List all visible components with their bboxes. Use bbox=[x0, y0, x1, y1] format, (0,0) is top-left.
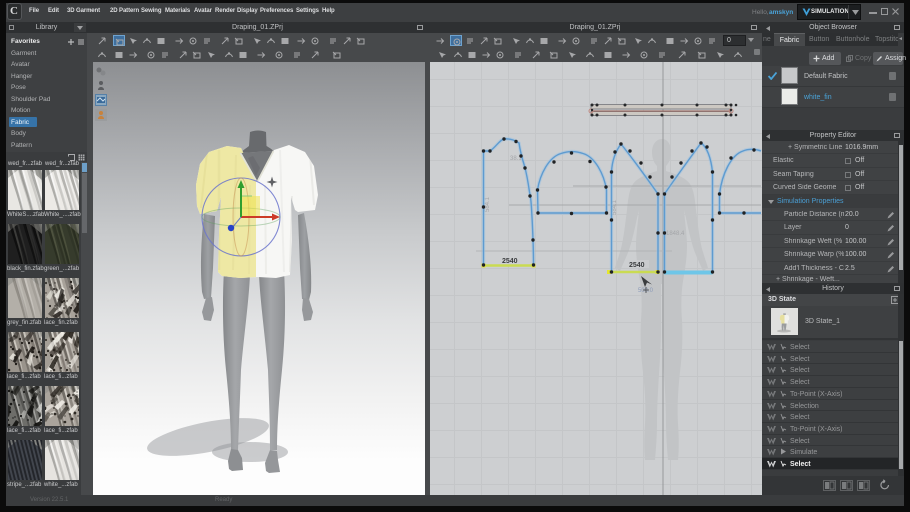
svg-text:2540: 2540 bbox=[629, 262, 645, 269]
svg-text:1848.4: 1848.4 bbox=[666, 231, 685, 237]
svg-text:584.1: 584.1 bbox=[485, 196, 491, 212]
svg-text:2540: 2540 bbox=[502, 258, 518, 265]
